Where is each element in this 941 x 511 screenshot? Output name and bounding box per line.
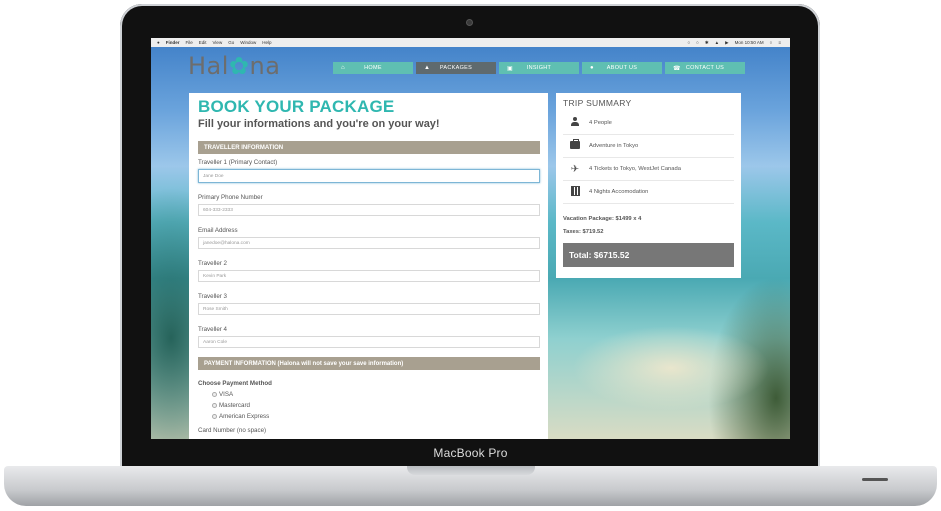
payment-option-amex[interactable]: American Express [212,413,540,420]
luggage-icon [563,138,587,152]
sync-icon[interactable]: ○ [687,40,690,45]
clock[interactable]: Mon 10:50 AM [735,40,764,45]
summary-hotel-text: 4 Nights Accomodation [589,189,649,195]
summary-flights-text: 4 Tickets to Tokyo, WestJet Canada [589,166,681,172]
nav-contact-label: CONTACT US [685,65,725,71]
bluetooth-icon[interactable]: ✱ [705,40,709,46]
nav-home-label: HOME [364,65,382,71]
insight-icon: ▣ [507,65,513,72]
phone-icon: ☎ [673,65,681,72]
airplane-icon: ✈ [570,163,580,175]
page-title: BOOK YOUR PACKAGE [198,97,395,116]
payment-option-mastercard[interactable]: Mastercard [212,402,540,409]
mastercard-label: Mastercard [219,402,250,409]
payment-option-visa[interactable]: VISA [212,391,540,398]
trip-summary-panel: TRIP SUMMARY 4 People Adventure in Tokyo… [556,93,741,278]
traveller1-label: Traveller 1 (Primary Contact) [198,159,278,166]
home-icon: ⌂ [341,65,345,71]
summary-row-hotel: 4 Nights Accomodation [563,181,734,204]
nav-home[interactable]: ⌂ HOME [333,62,413,74]
summary-row-package: Adventure in Tokyo [563,135,734,158]
summary-total: Total: $6715.52 [563,243,734,267]
menu-view[interactable]: View [213,40,223,45]
traveller2-label: Traveller 2 [198,260,227,267]
nav-about-label: ABOUT US [606,65,638,71]
traveller-section-header: TRAVELLER INFORMATION [198,141,540,154]
menu-edit[interactable]: Edit [199,40,207,45]
page-subtitle: Fill your informations and you're on you… [198,118,440,130]
phone-label: Primary Phone Number [198,194,263,201]
menu-app-finder[interactable]: Finder [166,40,180,45]
hotel-icon [563,185,587,199]
menu-window[interactable]: Window [240,40,256,45]
camera-icon [466,19,473,26]
screen: ● Finder File Edit View Go Window Help ○… [151,38,790,439]
menu-list-icon[interactable]: ≡ [778,40,781,45]
radio-amex[interactable] [212,414,217,419]
menu-go[interactable]: Go [228,40,234,45]
laptop-slot [862,478,888,481]
email-label: Email Address [198,227,238,234]
traveller1-input[interactable]: Jane Doe [198,169,540,183]
traveller3-label: Traveller 3 [198,293,227,300]
laptop-notch [407,466,535,475]
logo-text-left: Hal [188,52,229,80]
menu-file[interactable]: File [185,40,192,45]
radio-mastercard[interactable] [212,403,217,408]
device-label: MacBook Pro [433,446,508,460]
traveller2-input[interactable]: Kevin Park [198,270,540,282]
nav-packages[interactable]: ▲ PACKAGES [416,62,496,74]
payment-section-header: PAYMENT INFORMATION (Halona will not sav… [198,357,540,370]
amex-label: American Express [219,413,270,420]
radio-visa[interactable] [212,392,217,397]
time-machine-icon[interactable]: ○ [696,40,699,45]
menu-help[interactable]: Help [262,40,271,45]
summary-package-text: Adventure in Tokyo [589,143,639,149]
menubar-status: ○ ○ ✱ ▲ ▶ Mon 10:50 AM ○ ≡ [684,40,784,46]
nav-contact[interactable]: ☎ CONTACT US [665,62,745,74]
visa-label: VISA [219,391,234,398]
summary-taxes: Taxes: $719.52 [563,229,604,235]
mac-menubar: ● Finder File Edit View Go Window Help ○… [151,38,790,47]
booking-panel: BOOK YOUR PACKAGE Fill your informations… [189,93,548,439]
logo-text-right: na [249,52,281,80]
site-logo[interactable]: Hal✿na [188,52,280,80]
packages-icon: ▲ [424,65,431,71]
traveller4-input[interactable]: Aaron Cole [198,336,540,348]
traveller3-input[interactable]: Rose Smith [198,303,540,315]
summary-row-people: 4 People [563,112,734,135]
person-icon [563,117,587,129]
wifi-icon[interactable]: ▲ [715,40,719,45]
nav-packages-label: PACKAGES [439,65,473,71]
email-input[interactable]: janedoe@halona.com [198,237,540,249]
payment-method-label: Choose Payment Method [198,380,272,387]
flower-icon: ✿ [228,52,250,80]
apple-icon[interactable]: ● [157,40,160,45]
summary-package-price: Vacation Package: $1499 x 4 [563,216,642,222]
summary-people-text: 4 People [589,120,612,126]
nav-about[interactable]: ● ABOUT US [582,62,662,74]
card-number-label: Card Number (no space) [198,427,267,434]
phone-input[interactable]: 604-333-2333 [198,204,540,216]
summary-row-flights: ✈ 4 Tickets to Tokyo, WestJet Canada [563,158,734,181]
nav-insight-label: INSIGHT [526,65,552,71]
search-icon[interactable]: ○ [770,40,773,45]
about-icon: ● [590,65,594,71]
summary-title: TRIP SUMMARY [563,98,632,108]
volume-icon[interactable]: ▶ [725,40,728,46]
nav-insight[interactable]: ▣ INSIGHT [499,62,579,74]
traveller4-label: Traveller 4 [198,326,227,333]
main-nav: ⌂ HOME ▲ PACKAGES ▣ INSIGHT ● ABOUT US ☎… [333,62,745,74]
